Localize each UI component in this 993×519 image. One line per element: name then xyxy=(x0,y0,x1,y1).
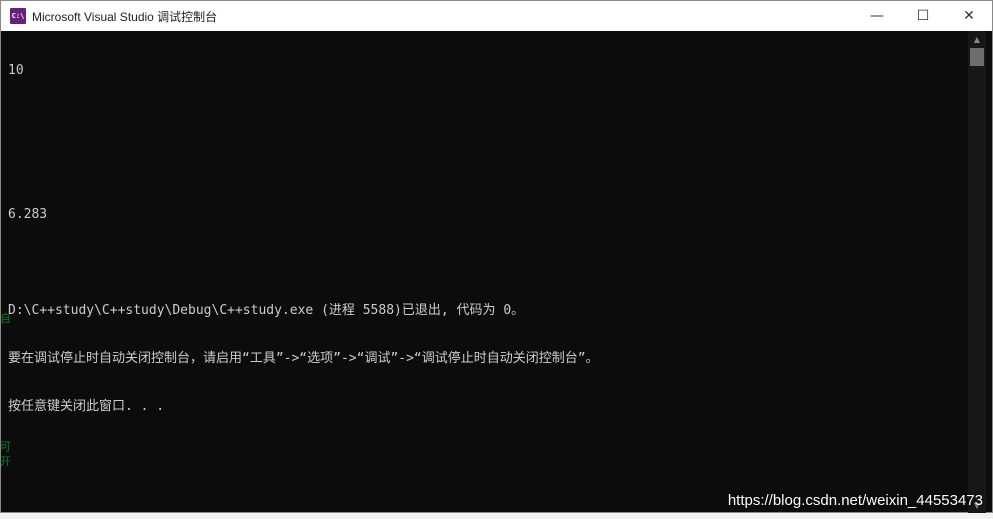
console-window: C:\ Microsoft Visual Studio 调试控制台 — ☐ ✕ … xyxy=(0,0,993,513)
scroll-up-arrow-icon[interactable]: ▲ xyxy=(968,31,986,47)
console-line: 要在调试停止时自动关闭控制台，请启用“工具”->“选项”->“调试”->“调试停… xyxy=(8,351,599,366)
console-line: 6.283 xyxy=(8,207,48,222)
scrollbar-thumb[interactable] xyxy=(970,48,984,66)
title-bar[interactable]: C:\ Microsoft Visual Studio 调试控制台 — ☐ ✕ xyxy=(1,1,992,31)
console-output[interactable]: 10 6.283 D:\C++study\C++study\Debug\C++s… xyxy=(8,31,968,513)
console-line: 10 xyxy=(8,63,24,78)
background-window-fragment: 可 xyxy=(0,440,11,453)
maximize-icon: ☐ xyxy=(916,8,930,24)
close-icon: ✕ xyxy=(963,8,975,24)
vertical-scrollbar[interactable]: ▲ ▼ xyxy=(968,31,986,513)
close-button[interactable]: ✕ xyxy=(946,1,992,31)
window-title: Microsoft Visual Studio 调试控制台 xyxy=(32,9,218,24)
background-window-fragment: 自 xyxy=(0,312,11,325)
maximize-button[interactable]: ☐ xyxy=(900,1,946,31)
console-line: 按任意键关闭此窗口. . . xyxy=(8,399,165,414)
visual-studio-console-icon: C:\ xyxy=(10,8,26,24)
minimize-button[interactable]: — xyxy=(854,1,900,31)
background-window-fragment: 开 xyxy=(0,455,11,468)
minimize-icon: — xyxy=(870,8,884,24)
window-controls: — ☐ ✕ xyxy=(854,1,992,31)
watermark-text: https://blog.csdn.net/weixin_44553473 xyxy=(727,492,983,509)
console-line: D:\C++study\C++study\Debug\C++study.exe … xyxy=(8,303,525,318)
